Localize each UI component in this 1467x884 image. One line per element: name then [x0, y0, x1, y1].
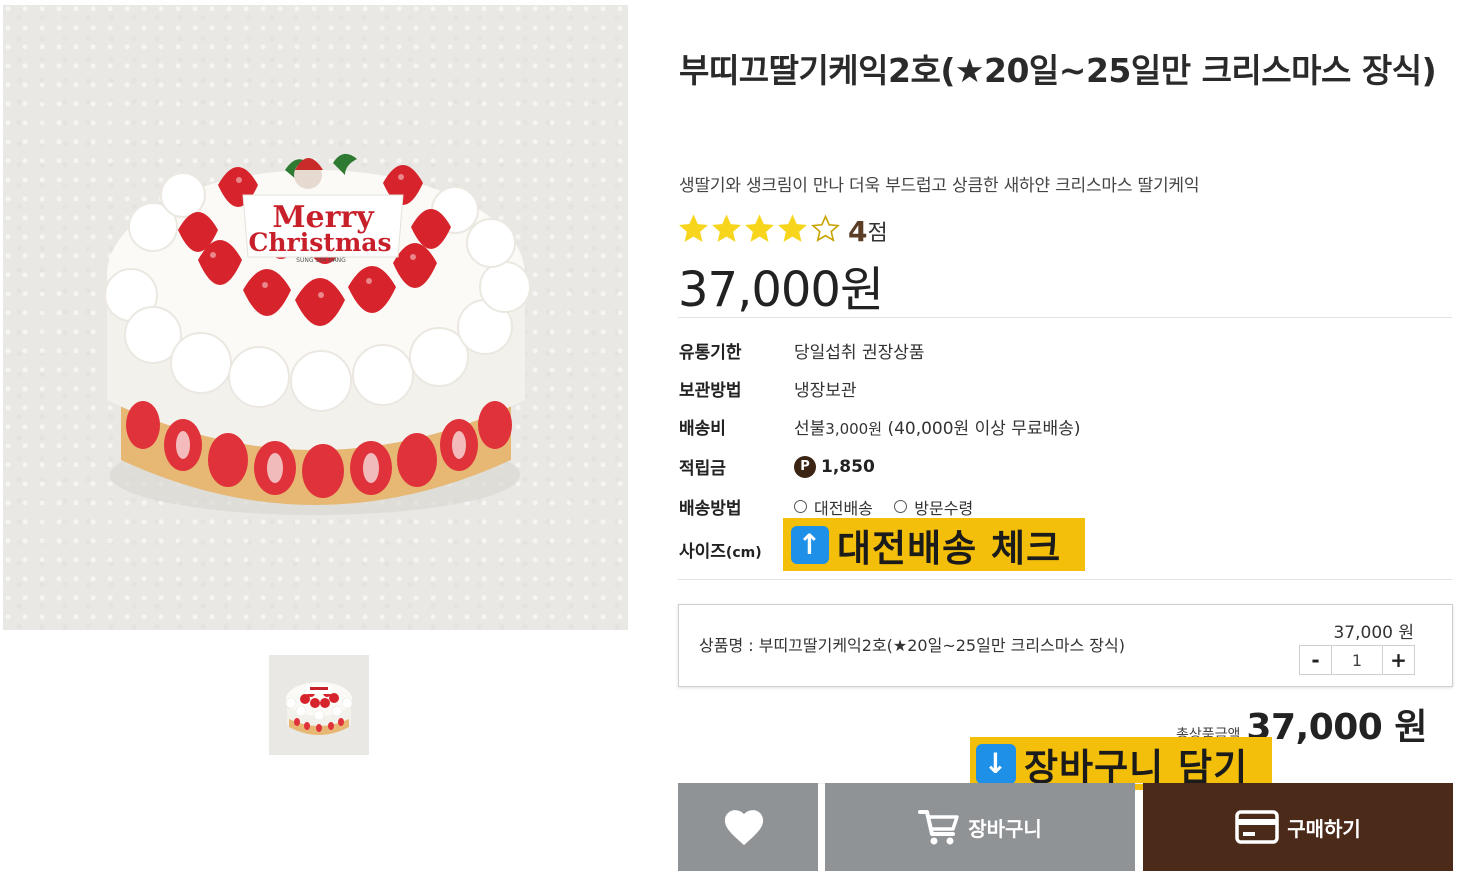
quantity-input[interactable]: 1 [1332, 645, 1382, 675]
shipping-fee-prefix: 선불 [794, 419, 826, 439]
arrow-up-icon: ↑ [791, 525, 829, 564]
info-row-storage: 보관방법 냉장보관 [679, 376, 857, 401]
quantity-plus-button[interactable]: + [1382, 645, 1415, 675]
rating-unit: 점 [867, 221, 888, 246]
credit-card-icon [1235, 810, 1279, 844]
points-icon: P [794, 455, 816, 478]
radio-label-pickup: 방문수령 [914, 498, 974, 518]
product-rating: 4 점 [677, 213, 888, 249]
info-row-shipping-fee: 배송비 선불3,000원 (40,000원 이상 무료배송) [679, 414, 1080, 439]
total-price-value: 37,000 원 [1246, 707, 1427, 748]
cake-thumbnail-illustration [285, 682, 353, 735]
info-row-expiry: 유통기한 당일섭취 권장상품 [679, 338, 925, 363]
add-to-cart-button[interactable]: 장바구니 [825, 783, 1135, 871]
rating-score: 4 [848, 214, 868, 248]
arrow-down-icon: ↓ [976, 743, 1016, 784]
annotation-check-delivery: ↑ 대전배송 체크 [783, 518, 1085, 571]
info-divider-bottom [678, 579, 1452, 580]
selected-option-name: 상품명 : 부띠끄딸기케익2호(★20일~25일만 크리스마스 장식) [699, 636, 1125, 655]
info-row-size: 사이즈(cm) [679, 537, 794, 562]
star-filled-icon [712, 214, 741, 242]
info-divider-top [678, 317, 1452, 318]
shipping-fee-note: (40,000원 이상 무료배송) [887, 419, 1081, 439]
radio-label-daejeon: 대전배송 [814, 498, 873, 518]
radio-daejeon-delivery[interactable]: 대전배송 [794, 495, 873, 519]
cake-illustration: Merry Christmas SUNG SIM DANG [104, 153, 531, 515]
buy-now-button[interactable]: 구매하기 [1143, 783, 1453, 871]
wishlist-button[interactable] [678, 783, 818, 871]
shipping-fee-amount: 3,000원 [825, 420, 883, 438]
radio-circle-icon[interactable] [894, 500, 908, 513]
product-subtitle: 생딸기와 생크림이 만나 더욱 부드럽고 상큼한 새하얀 크리스마스 딸기케익 [679, 176, 1200, 196]
selected-option-box: 상품명 : 부띠끄딸기케익2호(★20일~25일만 크리스마스 장식) 37,0… [678, 604, 1453, 687]
quantity-stepper: - 1 + [1299, 645, 1415, 675]
heart-icon [724, 810, 764, 846]
topper-text-line2: Christmas [248, 228, 391, 257]
info-row-shipping-method: 배송방법 대전배송 방문수령 [679, 494, 989, 520]
buy-button-label: 구매하기 [1287, 816, 1361, 841]
radio-store-pickup[interactable]: 방문수령 [894, 495, 973, 519]
topper-brand-text: SUNG SIM DANG [296, 257, 346, 264]
product-title: 부띠끄딸기케익2호(★20일~25일만 크리스마스 장식) [679, 51, 1437, 90]
shipping-fee-label: 배송비 [679, 419, 726, 439]
size-unit: (cm) [725, 545, 762, 561]
star-filled-icon [778, 214, 807, 242]
product-price: 37,000원 [678, 262, 884, 318]
star-filled-icon [679, 214, 708, 242]
selected-option-price: 37,000 원 [1333, 623, 1414, 643]
product-thumbnail[interactable] [269, 655, 369, 755]
rating-stars [677, 214, 842, 248]
annotation-check-delivery-text: 대전배송 체크 [837, 526, 1062, 570]
quantity-minus-button[interactable]: - [1299, 645, 1332, 675]
info-row-points: 적립금 P 1,850 [679, 454, 875, 479]
storage-label: 보관방법 [679, 381, 742, 401]
expiry-value: 당일섭취 권장상품 [794, 343, 925, 363]
star-filled-icon [745, 214, 774, 242]
storage-value: 냉장보관 [794, 381, 857, 401]
product-main-image: Merry Christmas SUNG SIM DANG [3, 5, 628, 630]
shipping-method-label: 배송방법 [679, 499, 742, 519]
star-empty-icon [811, 214, 840, 242]
cart-button-label: 장바구니 [968, 816, 1042, 841]
size-label: 사이즈 [679, 542, 726, 562]
expiry-label: 유통기한 [679, 343, 742, 363]
cart-icon [918, 810, 959, 845]
points-label: 적립금 [679, 459, 726, 479]
radio-circle-icon[interactable] [794, 500, 807, 513]
points-value: 1,850 [821, 456, 875, 477]
